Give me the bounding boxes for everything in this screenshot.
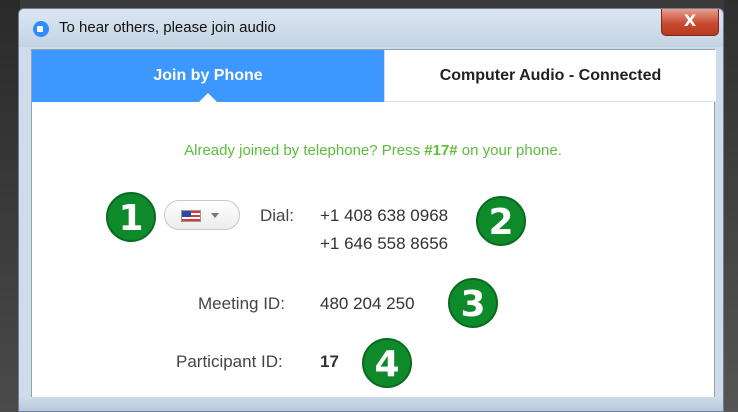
notice-suffix: on your phone. [457, 142, 562, 159]
dialog-content: Join by Phone Computer Audio - Connected… [31, 49, 716, 405]
chevron-down-icon [211, 213, 219, 218]
audio-tabs: Join by Phone Computer Audio - Connected [32, 50, 716, 103]
callout-3-badge: 3 [448, 278, 498, 328]
window-bottom-edge [19, 397, 723, 411]
meeting-id-label: Meeting ID: [198, 294, 285, 313]
callout-1-badge: 1 [106, 192, 156, 242]
us-flag-icon [181, 210, 201, 222]
desktop-background-right [724, 0, 738, 412]
participant-id-label: Participant ID: [176, 352, 283, 371]
callout-2-badge: 2 [476, 196, 526, 246]
notice-prefix: Already joined by telephone? Press [184, 142, 425, 159]
zoom-app-icon [33, 21, 49, 37]
country-selector[interactable] [164, 200, 240, 230]
tab-computer-audio[interactable]: Computer Audio - Connected [384, 50, 716, 102]
desktop-background-left [0, 0, 20, 412]
dial-label: Dial: [260, 206, 295, 225]
close-button[interactable]: X [661, 9, 719, 36]
join-audio-dialog: To hear others, please join audio X Join… [18, 8, 724, 412]
tab-join-by-phone[interactable]: Join by Phone [32, 50, 384, 103]
title-bar[interactable]: To hear others, please join audio X [19, 9, 723, 47]
participant-id-value: 17 [320, 352, 339, 371]
dial-number-2: +1 646 558 8656 [320, 234, 449, 253]
telephone-notice: Already joined by telephone? Press #17# … [32, 142, 714, 159]
notice-code: #17# [424, 142, 458, 159]
window-title: To hear others, please join audio [59, 19, 276, 36]
meeting-id-value: 480 204 250 [320, 294, 415, 313]
callout-4-badge: 4 [362, 338, 412, 388]
dial-number-1: +1 408 638 0968 [320, 206, 449, 225]
